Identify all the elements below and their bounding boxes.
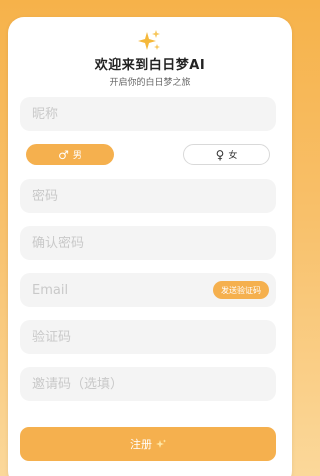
nickname-input[interactable]	[32, 106, 264, 122]
verification-code-input[interactable]	[32, 329, 264, 345]
sparkles-icon	[138, 30, 160, 50]
register-button-label: 注册	[130, 438, 152, 451]
email-field[interactable]: 发送验证码	[20, 273, 276, 307]
sparkle-icon	[156, 439, 166, 448]
confirm-password-input[interactable]	[32, 235, 264, 251]
confirm-password-field[interactable]	[20, 226, 276, 260]
invite-code-input[interactable]	[32, 376, 264, 392]
send-code-button[interactable]: 发送验证码	[213, 281, 269, 299]
gender-female-button[interactable]: ♀ 女	[183, 144, 270, 165]
page-subtitle: 开启你的白日梦之旅	[109, 78, 191, 88]
female-icon: ♀	[215, 147, 225, 162]
email-input[interactable]	[32, 282, 192, 298]
password-field[interactable]	[20, 179, 276, 213]
password-input[interactable]	[32, 188, 264, 204]
page-title: 欢迎来到白日梦AI	[94, 58, 206, 73]
invite-code-field[interactable]	[20, 367, 276, 401]
verification-code-field[interactable]	[20, 320, 276, 354]
gender-male-button[interactable]: ♂ 男	[26, 144, 114, 165]
gender-male-label: 男	[72, 151, 82, 161]
register-button[interactable]: 注册	[20, 427, 276, 461]
male-icon: ♂	[58, 147, 69, 162]
nickname-field[interactable]	[20, 97, 276, 131]
gender-female-label: 女	[228, 151, 238, 161]
